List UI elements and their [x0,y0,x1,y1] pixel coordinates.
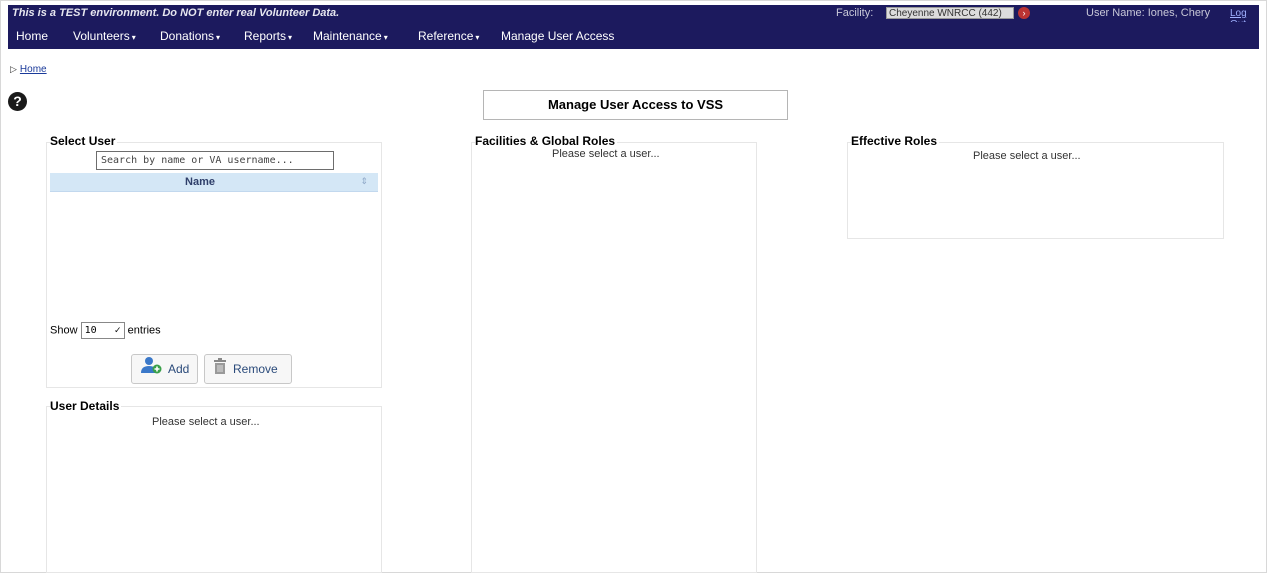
column-header-name[interactable]: Name [50,176,350,188]
user-table-header: Name ⇕ [50,173,378,192]
user-details-placeholder: Please select a user... [152,416,260,428]
effective-roles-title: Effective Roles [851,134,940,148]
nav-maintenance[interactable]: Maintenance ▾ [313,29,388,43]
nav-manage-user-access[interactable]: Manage User Access [501,29,614,43]
entries-label: entries [127,324,161,337]
entries-select[interactable]: 10 ✓ [80,322,125,339]
chevron-down-icon: ▾ [131,33,136,42]
trash-icon [213,356,227,384]
test-environment-warning: This is a TEST environment. Do NOT enter… [12,7,340,19]
chevron-down-icon: ▾ [475,33,480,42]
facility-label: Facility: [836,7,874,19]
facility-go-icon[interactable]: › [1018,7,1030,19]
user-search-input[interactable]: Search by name or VA username... [96,151,334,170]
chevron-down-icon: ▾ [383,33,388,42]
add-user-button[interactable]: Add [131,354,198,384]
effective-roles-placeholder: Please select a user... [973,150,1081,162]
facilities-roles-placeholder: Please select a user... [552,148,660,160]
main-nav-bar: Home Volunteers ▾ Donations ▾ Reports ▾ Mai… [8,22,1259,49]
remove-button-label: Remove [233,362,278,376]
breadcrumb-home-link[interactable]: Home [20,64,47,75]
nav-volunteers[interactable]: Volunteers ▾ [73,29,136,43]
breadcrumb: ▷ Home [10,64,47,75]
facilities-roles-title: Facilities & Global Roles [475,134,618,148]
facility-select[interactable]: Cheyenne WNRCC (442) [886,7,1014,19]
user-details-panel [46,406,382,573]
chevron-down-icon: ▾ [288,33,293,42]
top-header-bar: This is a TEST environment. Do NOT enter… [8,5,1259,30]
add-button-label: Add [168,362,190,376]
nav-reference[interactable]: Reference ▾ [418,29,479,43]
add-user-icon [140,356,162,384]
remove-user-button[interactable]: Remove [204,354,292,384]
facilities-roles-panel [471,142,757,573]
user-name-display: User Name: Iones, Chery [1086,7,1211,19]
breadcrumb-arrow-icon: ▷ [10,64,17,74]
help-icon[interactable]: ? [8,92,27,111]
sort-icon[interactable]: ⇕ [360,176,368,187]
nav-home[interactable]: Home [16,29,48,43]
user-details-title: User Details [50,399,122,413]
chevron-down-icon: ▾ [216,33,221,42]
nav-reports[interactable]: Reports ▾ [244,29,292,43]
page-title: Manage User Access to VSS [483,90,788,120]
show-label: Show [50,324,78,337]
nav-donations[interactable]: Donations ▾ [160,29,220,43]
show-entries-control: Show 10 ✓ entries [50,322,161,339]
select-user-title: Select User [50,134,118,148]
chevron-down-icon: ✓ [114,325,121,336]
